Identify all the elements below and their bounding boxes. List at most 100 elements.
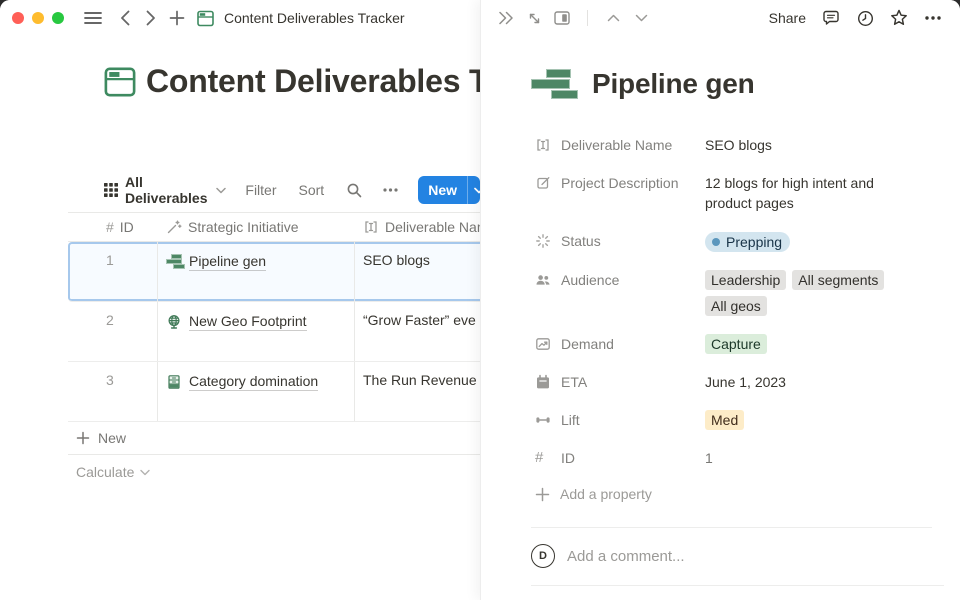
table-view-icon: [104, 183, 118, 197]
more-options-icon[interactable]: [383, 188, 398, 192]
comment-input[interactable]: Add a comment...: [567, 548, 685, 565]
divider: [531, 527, 932, 528]
comments-icon[interactable]: [820, 7, 842, 29]
property-value[interactable]: Med: [705, 410, 923, 430]
property-value[interactable]: Capture: [705, 334, 923, 354]
property-label[interactable]: Status: [535, 231, 705, 252]
hash-icon: #: [535, 450, 551, 466]
property-name: Status: [561, 231, 601, 251]
column-header-deliverable-name[interactable]: Deliverable Name: [355, 213, 480, 241]
database-table: # ID Strategic Initiative Deliverable Na…: [68, 212, 480, 489]
property-name: Deliverable Name: [561, 135, 672, 155]
next-record-icon[interactable]: [630, 7, 652, 29]
property-value[interactable]: 12 blogs for high intent and product pag…: [705, 173, 923, 213]
record-title[interactable]: Pipeline gen: [592, 68, 755, 100]
relation-link[interactable]: Category domination: [189, 373, 318, 391]
add-property-button[interactable]: Add a property: [535, 477, 960, 511]
tag-group: Leadership All segments All geos: [705, 270, 923, 316]
table-row[interactable]: 1 Pipeline gen SEO blogs: [68, 242, 480, 302]
audience-tag[interactable]: Leadership: [705, 270, 786, 290]
comment-composer[interactable]: D Add a comment...: [531, 544, 960, 568]
column-header-id[interactable]: # ID: [68, 213, 158, 241]
close-peek-icon[interactable]: [495, 7, 517, 29]
column-label: ID: [120, 219, 134, 235]
property-value[interactable]: Leadership All segments All geos: [705, 270, 923, 316]
search-icon[interactable]: [346, 182, 363, 199]
new-record-dropdown[interactable]: [467, 176, 480, 204]
zoom-window-button[interactable]: [52, 12, 64, 24]
cell-id[interactable]: 2: [68, 302, 158, 361]
property-row-eta: ETA June 1, 2023: [535, 363, 960, 401]
audience-tag[interactable]: All segments: [792, 270, 884, 290]
people-icon: [535, 272, 551, 288]
cell-deliverable-name[interactable]: The Run Revenue S: [355, 362, 480, 421]
status-icon: [535, 233, 551, 249]
edit-icon: [535, 175, 551, 191]
lift-tag[interactable]: Med: [705, 410, 744, 430]
table-header-row: # ID Strategic Initiative Deliverable Na…: [68, 212, 480, 242]
cell-id[interactable]: 1: [68, 242, 158, 301]
property-value[interactable]: June 1, 2023: [705, 372, 923, 392]
property-value[interactable]: 1: [705, 448, 923, 468]
cell-strategic-initiative[interactable]: Category domination: [158, 362, 355, 421]
calculate-button[interactable]: Calculate: [68, 455, 480, 489]
table-row[interactable]: 2 New Geo Footprint “Grow Faster” eve: [68, 302, 480, 362]
previous-record-icon[interactable]: [602, 7, 624, 29]
new-tab-icon[interactable]: [166, 7, 188, 29]
cell-strategic-initiative[interactable]: New Geo Footprint: [158, 302, 355, 361]
share-button[interactable]: Share: [769, 10, 806, 26]
favorite-star-icon[interactable]: [888, 7, 910, 29]
audience-tag[interactable]: All geos: [705, 296, 767, 316]
cell-strategic-initiative[interactable]: Pipeline gen: [158, 242, 355, 301]
property-value[interactable]: Prepping: [705, 231, 923, 252]
status-label: Prepping: [726, 232, 782, 252]
relation-link[interactable]: New Geo Footprint: [189, 313, 307, 331]
property-label[interactable]: ETA: [535, 372, 705, 392]
demand-tag[interactable]: Capture: [705, 334, 767, 354]
property-label[interactable]: Audience: [535, 270, 705, 316]
close-window-button[interactable]: [12, 12, 24, 24]
side-peek-layout-icon[interactable]: [551, 7, 573, 29]
status-tag[interactable]: Prepping: [705, 232, 790, 252]
table-row[interactable]: 3 Category domination The Run Revenue S: [68, 362, 480, 422]
add-property-label: Add a property: [560, 486, 652, 502]
cell-deliverable-name[interactable]: “Grow Faster” eve: [355, 302, 480, 361]
globe-icon: [166, 314, 182, 330]
property-label[interactable]: Demand: [535, 334, 705, 354]
hamburger-menu-icon[interactable]: [82, 7, 104, 29]
property-row-lift: Lift Med: [535, 401, 960, 439]
property-label[interactable]: Lift: [535, 410, 705, 430]
property-name: Project Description: [561, 173, 679, 193]
property-row-status: Status Prepping: [535, 222, 960, 261]
table-new-row-button[interactable]: New: [68, 422, 480, 455]
page-title[interactable]: Content Deliverables Tracker: [146, 63, 480, 100]
minimize-window-button[interactable]: [32, 12, 44, 24]
property-name: Lift: [561, 410, 580, 430]
page-table-icon[interactable]: [104, 66, 136, 98]
status-dot: [712, 238, 720, 246]
property-label[interactable]: Project Description: [535, 173, 705, 213]
sort-button[interactable]: Sort: [299, 182, 325, 198]
nav-forward-icon[interactable]: [140, 7, 162, 29]
column-header-strategic-initiative[interactable]: Strategic Initiative: [158, 213, 355, 241]
property-name: Audience: [561, 270, 619, 290]
property-value[interactable]: SEO blogs: [705, 135, 923, 155]
property-label[interactable]: # ID: [535, 448, 705, 468]
new-row-label: New: [98, 430, 126, 446]
new-record-button[interactable]: New: [418, 176, 480, 204]
column-label: Deliverable Name: [385, 219, 480, 235]
property-list: Deliverable Name SEO blogs Project Descr…: [481, 126, 960, 511]
view-name: All Deliverables: [125, 174, 209, 206]
filter-button[interactable]: Filter: [245, 182, 276, 198]
pipeline-bars-icon: [531, 69, 578, 99]
more-options-icon[interactable]: [922, 7, 944, 29]
title-icon: [535, 137, 551, 153]
nav-back-icon[interactable]: [114, 7, 136, 29]
expand-page-icon[interactable]: [523, 7, 545, 29]
property-label[interactable]: Deliverable Name: [535, 135, 705, 155]
cell-id[interactable]: 3: [68, 362, 158, 421]
cell-deliverable-name[interactable]: SEO blogs: [355, 242, 480, 301]
view-switcher[interactable]: All Deliverables: [104, 174, 226, 206]
updates-clock-icon[interactable]: [854, 7, 876, 29]
relation-link[interactable]: Pipeline gen: [189, 253, 266, 271]
